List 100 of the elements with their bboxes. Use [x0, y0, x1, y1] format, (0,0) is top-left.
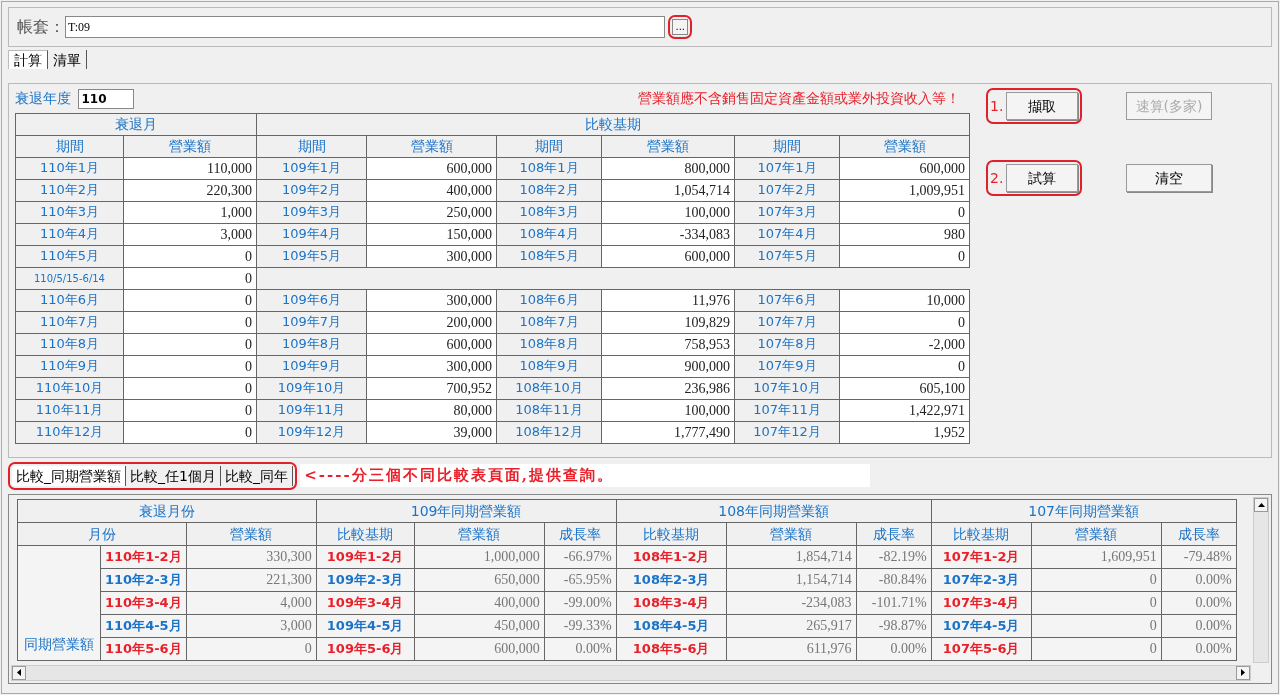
amount-cell: 605,100	[839, 377, 970, 399]
amount-cell: 1,952	[839, 421, 970, 443]
amount-cell: 0	[839, 201, 970, 223]
action-button[interactable]: 清空	[1126, 164, 1212, 193]
amount-cell: 300,000	[366, 289, 497, 311]
year-label: 衰退年度	[15, 89, 71, 109]
amount-cell: 221,300	[186, 568, 317, 591]
step-number: 1.	[990, 96, 1005, 116]
period-cell: 110年7月	[15, 311, 124, 333]
amount-cell: 0	[186, 637, 317, 660]
amount-cell: 1,154,714	[726, 568, 857, 591]
period-cell: 110年3月	[15, 201, 124, 223]
column-header: 比較基期	[616, 522, 727, 545]
scroll-left-button[interactable]	[12, 665, 26, 680]
amount-cell: 39,000	[366, 421, 497, 443]
column-header: 營業額	[1031, 522, 1162, 545]
amount-cell: 330,300	[186, 545, 317, 568]
scroll-up-button[interactable]	[1254, 497, 1268, 512]
tab[interactable]: 清單	[48, 50, 87, 70]
period-cell: 108年6月	[496, 289, 602, 311]
amount-cell: 200,000	[366, 311, 497, 333]
browse-button[interactable]: ...	[672, 19, 689, 35]
amount-cell: 0	[839, 311, 970, 333]
tab[interactable]: 計算	[8, 50, 48, 70]
amount-cell: 4,000	[186, 591, 317, 614]
column-header: 營業額	[186, 522, 317, 545]
period-cell: 108年4-5月	[616, 614, 727, 637]
period-cell: 110年5月	[15, 245, 124, 267]
amount-cell: 0	[1031, 637, 1162, 660]
period-cell: 110年12月	[15, 421, 124, 443]
amount-cell: 450,000	[414, 614, 545, 637]
amount-cell: 980	[839, 223, 970, 245]
amount-cell: 1,854,714	[726, 545, 857, 568]
action-button[interactable]: 擷取	[1006, 92, 1078, 121]
step-number: 2.	[990, 168, 1005, 188]
amount-cell: 1,000,000	[414, 545, 545, 568]
amount-cell: 10,000	[839, 289, 970, 311]
period-cell: 110年6月	[15, 289, 124, 311]
period-cell: 110年8月	[15, 333, 124, 355]
amount-cell: 0	[1031, 568, 1162, 591]
amount-cell: 1,422,971	[839, 399, 970, 421]
tab[interactable]: 比較_同年	[220, 465, 293, 486]
tab[interactable]: 比較_同期營業額	[12, 465, 126, 486]
amount-cell: 600,000	[366, 157, 497, 179]
action-button[interactable]: 試算	[1006, 164, 1078, 193]
amount-cell: 400,000	[366, 179, 497, 201]
amount-cell: 700,952	[366, 377, 497, 399]
column-header: 營業額	[414, 522, 545, 545]
amount-cell: 300,000	[366, 355, 497, 377]
period-cell: 108年3-4月	[616, 591, 727, 614]
period-cell: 110年1月	[15, 157, 124, 179]
period-cell: 110年2月	[15, 179, 124, 201]
column-header: 營業額	[366, 135, 497, 157]
column-group-header: 109年同期營業額	[316, 499, 617, 522]
period-cell: 110年4月	[15, 223, 124, 245]
period-cell: 108年5-6月	[616, 637, 727, 660]
column-header: 期間	[15, 135, 124, 157]
amount-cell: 0	[1031, 614, 1162, 637]
column-group-header: 108年同期營業額	[616, 499, 932, 522]
period-cell: 110年9月	[15, 355, 124, 377]
amount-cell: 150,000	[366, 223, 497, 245]
amount-cell: 1,609,951	[1031, 545, 1162, 568]
account-label: 帳套：	[17, 16, 65, 38]
amount-cell: 1,009,951	[839, 179, 970, 201]
amount-cell: 11,976	[601, 289, 735, 311]
scroll-right-button[interactable]	[1236, 665, 1250, 680]
amount-cell: 611,976	[726, 637, 857, 660]
period-cell: 109年6月	[256, 289, 367, 311]
amount-cell: 0	[839, 355, 970, 377]
horizontal-scrollbar[interactable]	[11, 664, 1251, 681]
account-field[interactable]: T:09	[65, 16, 665, 38]
tab[interactable]: 比較_任1個月	[126, 465, 221, 486]
year-field[interactable]: 110	[77, 88, 134, 109]
amount-cell: 265,917	[726, 614, 857, 637]
column-header: 營業額	[839, 135, 970, 157]
amount-cell: 650,000	[414, 568, 545, 591]
column-group-header: 衰退月	[15, 113, 257, 135]
amount-cell: 600,000	[414, 637, 545, 660]
amount-cell: 300,000	[366, 245, 497, 267]
period-cell: 108年2-3月	[616, 568, 727, 591]
amount-cell: 400,000	[414, 591, 545, 614]
period-cell: 110年10月	[15, 377, 124, 399]
warning-text: 營業額應不含銷售固定資產金額或業外投資收入等！	[638, 89, 960, 109]
amount-cell: 3,000	[186, 614, 317, 637]
period-cell: 108年1-2月	[616, 545, 727, 568]
period-cell: 107年6月	[734, 289, 840, 311]
amount-cell: 80,000	[366, 399, 497, 421]
arrow-right-icon	[1241, 669, 1245, 676]
amount-cell: 0	[839, 245, 970, 267]
column-group-header: 107年同期營業額	[931, 499, 1237, 522]
amount-cell: 250,000	[366, 201, 497, 223]
column-group-header: 比較基期	[256, 113, 970, 135]
amount-cell: 600,000	[839, 157, 970, 179]
vertical-scrollbar[interactable]	[1253, 496, 1269, 663]
column-header: 營業額	[726, 522, 857, 545]
amount-cell: -2,000	[839, 333, 970, 355]
arrow-up-icon	[1257, 502, 1265, 507]
period-cell: 110/5/15-6/14	[15, 267, 124, 289]
arrow-left-icon	[17, 669, 21, 676]
amount-cell: -234,083	[726, 591, 857, 614]
